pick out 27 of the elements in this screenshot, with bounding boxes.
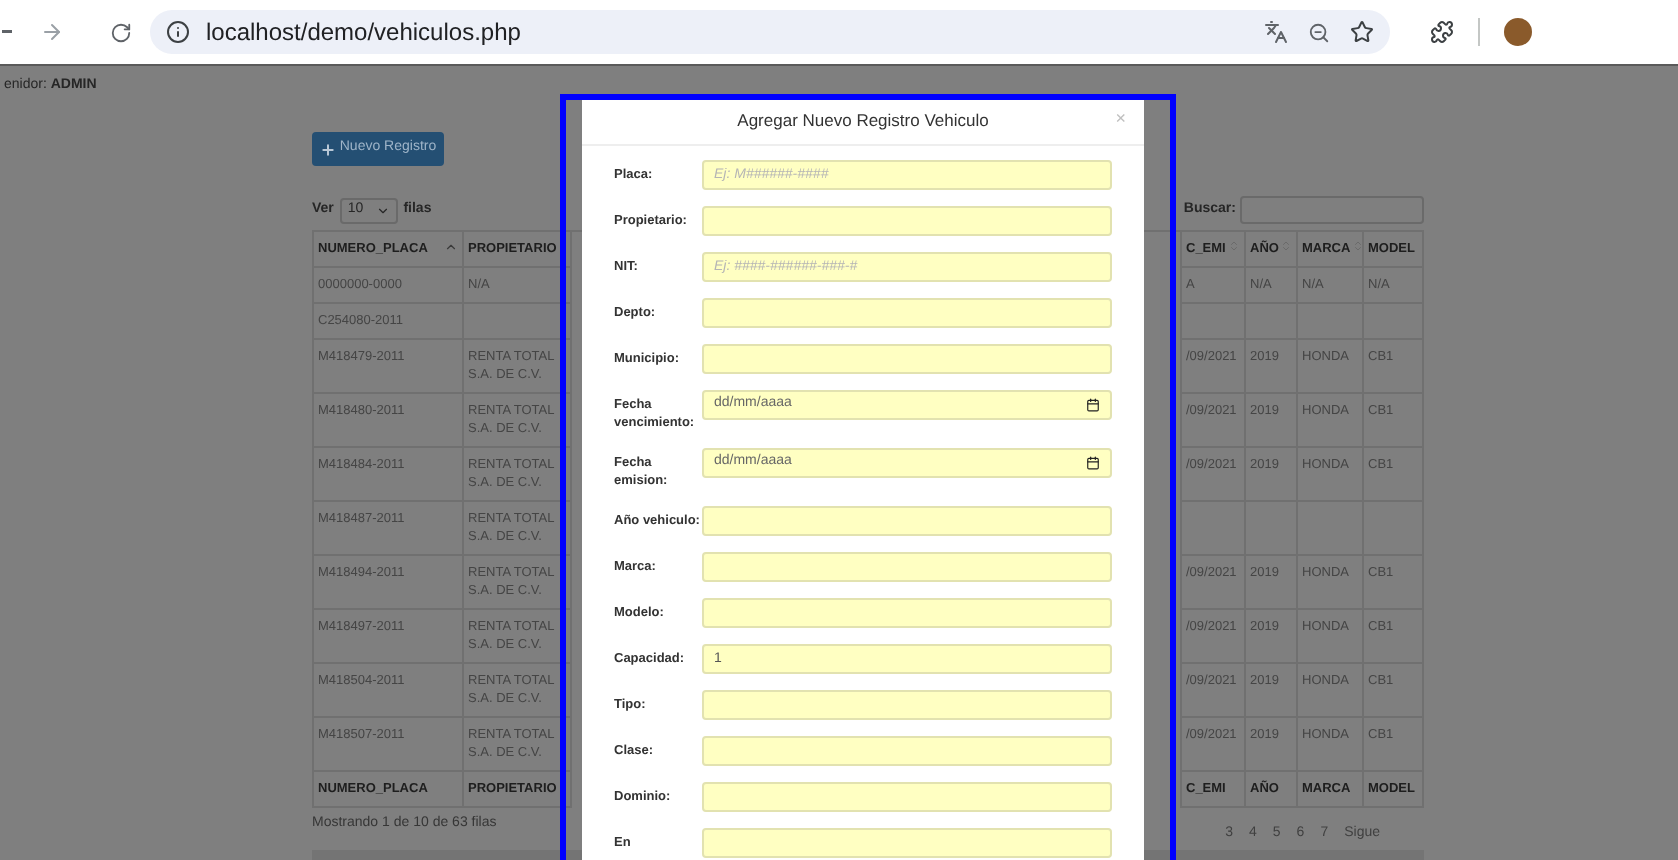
calendar-icon[interactable]: [1086, 398, 1100, 412]
profile-avatar[interactable]: [1504, 18, 1532, 46]
input-field[interactable]: [702, 736, 1112, 766]
url-text: localhost/demo/vehiculos.php: [206, 16, 521, 50]
input-field[interactable]: [702, 828, 1112, 858]
calendar-icon[interactable]: [1086, 456, 1100, 470]
chevron-down-icon: [375, 203, 390, 217]
info-icon[interactable]: [166, 20, 190, 44]
reload-icon[interactable]: [110, 21, 132, 43]
input-field[interactable]: [702, 598, 1112, 628]
bookmark-star-icon[interactable]: [1350, 20, 1374, 44]
extensions-icon[interactable]: [1430, 20, 1454, 44]
address-bar[interactable]: localhost/demo/vehiculos.php: [150, 10, 1390, 54]
input-field[interactable]: [702, 552, 1112, 582]
zoom-icon[interactable]: [1308, 21, 1330, 43]
forward-arrow-icon[interactable]: [40, 20, 64, 44]
translate-icon[interactable]: [1264, 20, 1288, 44]
input-field[interactable]: [702, 344, 1112, 374]
modal-title: Agregar Nuevo Registro Vehiculo: [737, 107, 989, 133]
sort-ascending-icon[interactable]: [444, 240, 458, 254]
input-field[interactable]: [702, 206, 1112, 236]
input-field[interactable]: [702, 506, 1112, 536]
input-field[interactable]: [702, 782, 1112, 812]
plus-icon: [319, 141, 336, 157]
input-field[interactable]: [702, 298, 1112, 328]
input-field[interactable]: [702, 690, 1112, 720]
empty-cell: [464, 304, 572, 340]
